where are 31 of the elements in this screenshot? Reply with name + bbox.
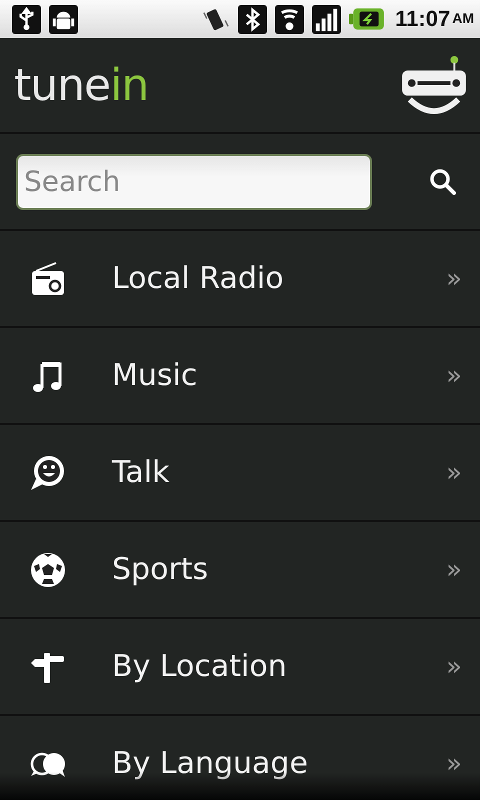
menu-label: Music [112, 358, 198, 393]
menu-label: Talk [112, 455, 170, 490]
chevron-icon: » [446, 458, 462, 488]
chevron-icon: » [446, 264, 462, 294]
android-icon [49, 4, 78, 34]
menu-label: Local Radio [112, 261, 285, 296]
clock-time: 11:07 [395, 6, 450, 32]
menu-item[interactable]: Sports » [0, 522, 480, 619]
chevron-icon: » [446, 360, 462, 390]
menu-item[interactable]: Music » [0, 328, 480, 425]
menu-item[interactable]: Local Radio » [0, 231, 480, 328]
chevron-icon: » [446, 748, 462, 778]
menu-item[interactable]: Talk » [0, 425, 480, 522]
battery-icon [349, 6, 386, 32]
logo-accent-text: in [110, 60, 148, 110]
search-field[interactable]: Search [16, 154, 372, 210]
menu-item[interactable]: By Language » [0, 716, 480, 800]
radio-robot-icon[interactable] [400, 55, 468, 115]
menu-label: Sports [112, 552, 210, 587]
bluetooth-icon [238, 4, 268, 34]
chevron-icon: » [446, 652, 462, 682]
search-icon[interactable] [428, 166, 458, 196]
menu-label: By Location [112, 649, 288, 684]
menu-label: By Language [112, 746, 309, 781]
chevron-icon: » [446, 554, 462, 584]
logo-text: tune [14, 60, 110, 110]
menu-item[interactable]: By Location » [0, 619, 480, 716]
wifi-icon [275, 4, 304, 34]
clock-period: AM [452, 10, 474, 26]
usb-icon [12, 4, 41, 34]
signal-icon [312, 4, 342, 34]
